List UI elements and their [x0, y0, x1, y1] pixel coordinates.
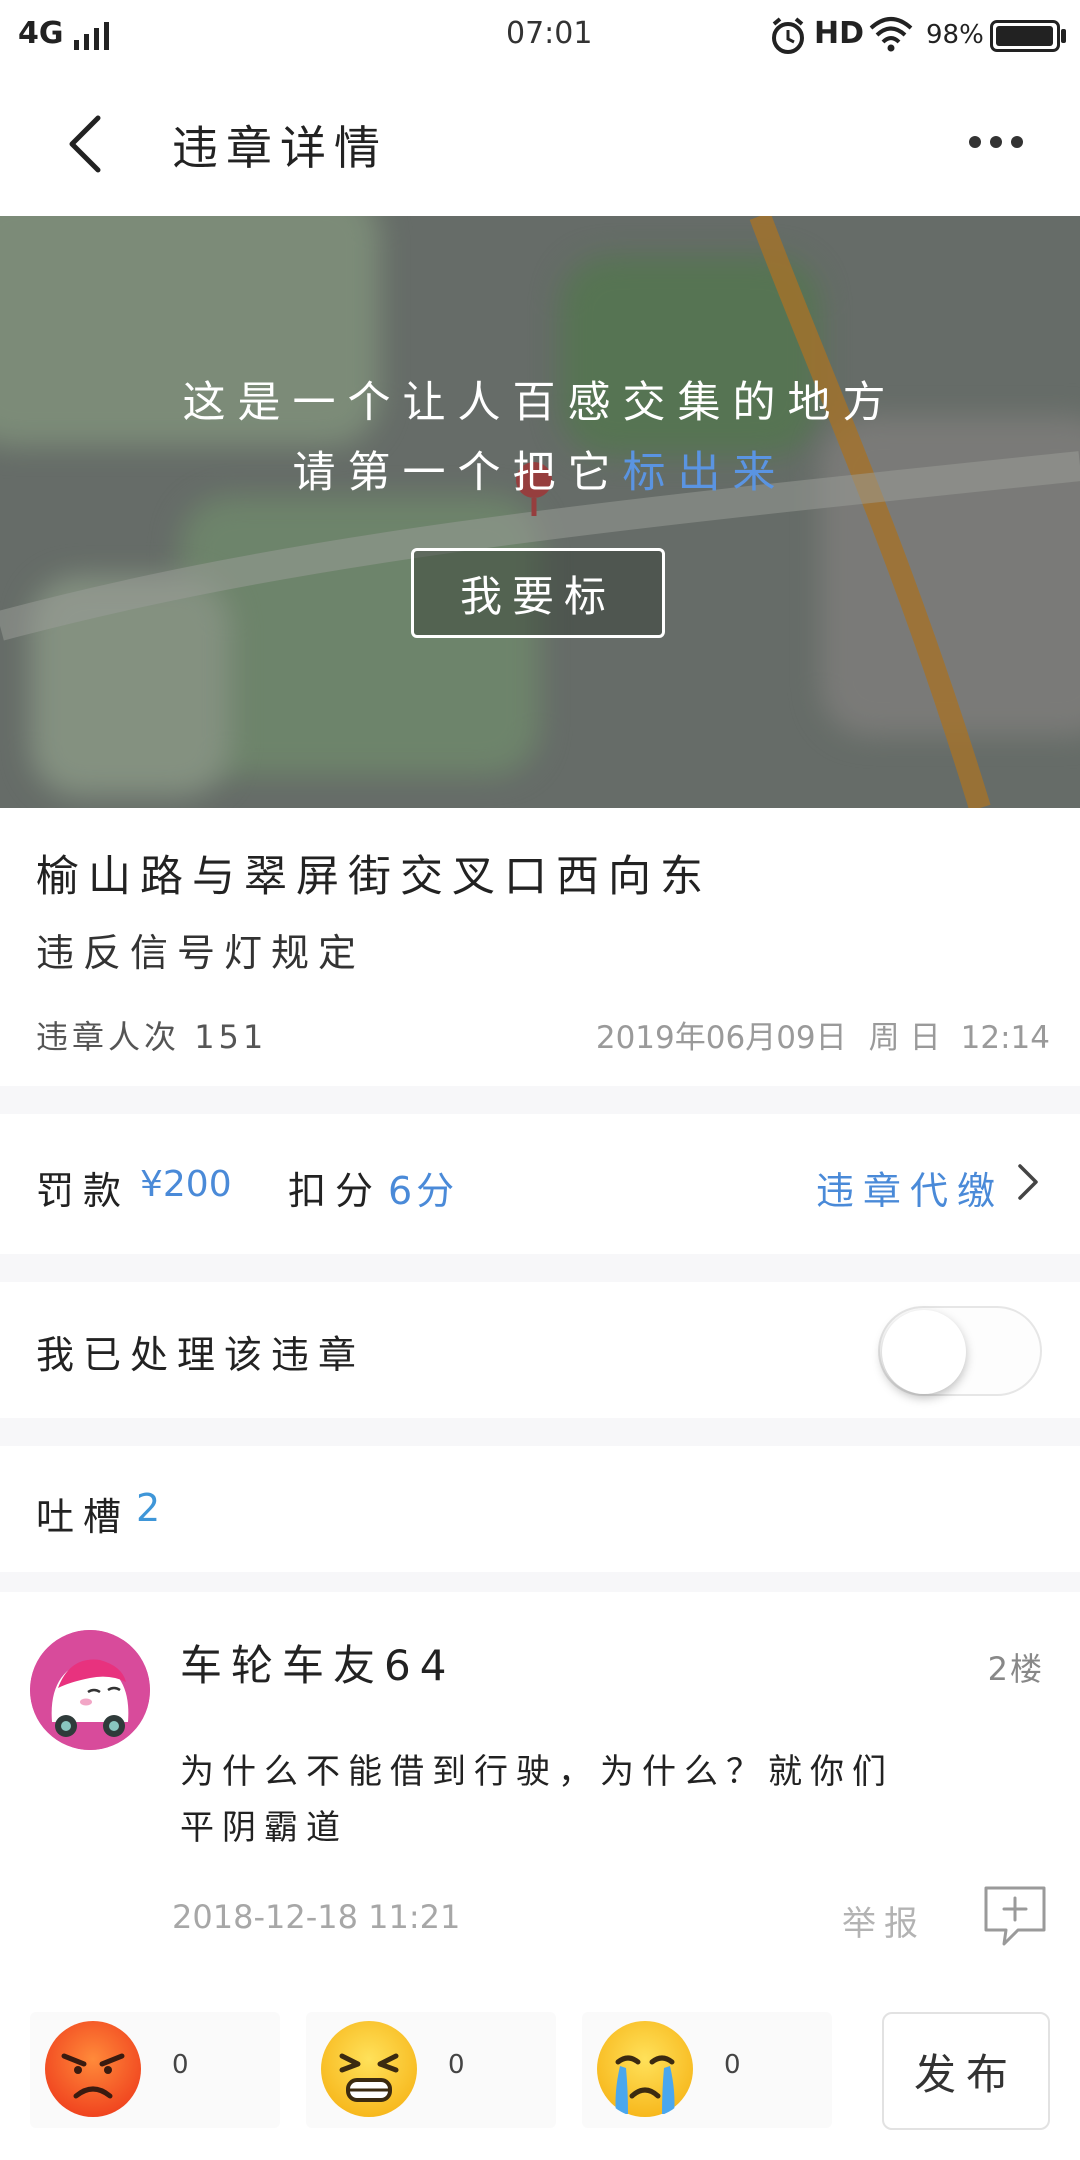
network-label: 4G	[18, 16, 64, 51]
comments-count: 2	[136, 1486, 161, 1530]
reaction-grimace[interactable]: 0	[306, 2012, 556, 2128]
grimace-face-icon	[321, 2021, 417, 2117]
top-nav-bar: 违章详情	[0, 72, 1080, 216]
map-banner: 这是一个让人百感交集的地方 请第一个把它标出来 我要标	[0, 216, 1080, 808]
violation-count-value: 151	[194, 1018, 268, 1056]
crying-face-icon	[597, 2021, 693, 2117]
status-bar: 4G 07:01 HD 98%	[0, 0, 1080, 72]
bottom-action-bar: 0 0 0 发布	[0, 2000, 1080, 2160]
hd-label: HD	[814, 16, 865, 51]
reaction-count: 0	[448, 2050, 465, 2080]
reaction-count: 0	[172, 2050, 189, 2080]
avatar[interactable]	[30, 1630, 150, 1750]
map-dim-overlay	[0, 216, 1080, 808]
comment-text-line2: 平阴霸道	[180, 1808, 348, 1848]
battery-percent: 98%	[926, 20, 984, 50]
mark-it-link[interactable]: 标出来	[623, 448, 788, 498]
wifi-icon	[869, 17, 913, 52]
angry-face-icon	[45, 2021, 141, 2117]
page-title: 违章详情	[172, 121, 388, 175]
violation-date: 2019年06月09日	[595, 1020, 847, 1056]
alarm-icon	[772, 17, 804, 54]
mark-location-button[interactable]: 我要标	[411, 548, 665, 638]
battery-tip	[1061, 29, 1066, 43]
reply-comment-icon[interactable]	[980, 1884, 1050, 1950]
violation-weekday: 周日	[868, 1020, 951, 1056]
comment-floor: 2楼	[987, 1650, 1044, 1688]
handled-row: 我已处理该违章	[0, 1282, 1080, 1418]
violation-count: 违章人次 151	[36, 1012, 267, 1058]
comment-text-line1: 为什么不能借到行驶，为什么？就你们	[180, 1752, 894, 1792]
comments-header: 吐槽 2	[0, 1446, 1080, 1572]
map-prompt-prefix: 请第一个把它	[292, 448, 623, 498]
avatar-car-icon	[30, 1630, 150, 1750]
handled-toggle[interactable]	[878, 1306, 1042, 1396]
pay-violation-link[interactable]: 违章代缴	[816, 1160, 1004, 1215]
comment-username[interactable]: 车轮车友64	[180, 1632, 455, 1693]
section-divider	[0, 1254, 1080, 1282]
reaction-crying[interactable]: 0	[582, 2012, 832, 2128]
section-divider	[0, 1086, 1080, 1114]
report-link[interactable]: 举报	[842, 1896, 926, 1945]
points-value: 6分	[388, 1169, 459, 1213]
violation-datetime: 2019年06月09日 周日 12:14	[586, 1012, 1050, 1057]
reaction-count: 0	[724, 2050, 741, 2080]
clock: 07:01	[506, 16, 593, 51]
comments-label: 吐槽	[36, 1495, 131, 1539]
more-options-icon[interactable]	[966, 130, 1026, 154]
violation-count-label: 违章人次	[36, 1018, 181, 1056]
chevron-right-icon[interactable]	[1008, 1162, 1048, 1202]
map-prompt-line2: 请第一个把它标出来	[0, 438, 1080, 500]
comment-date: 2018-12-18 11:21	[172, 1898, 461, 1936]
violation-type: 违反信号灯规定	[36, 931, 366, 975]
fine-label: 罚款	[36, 1169, 131, 1213]
fine-value: ¥200	[140, 1164, 232, 1205]
section-divider	[0, 1572, 1080, 1592]
back-arrow-icon[interactable]	[62, 112, 106, 176]
signal-icon	[74, 22, 109, 50]
penalty-row: 罚款 ¥200 扣分 6分 违章代缴	[0, 1114, 1080, 1254]
violation-time: 12:14	[960, 1020, 1050, 1056]
handled-label: 我已处理该违章	[36, 1333, 366, 1377]
reaction-angry[interactable]: 0	[30, 2012, 280, 2128]
publish-button[interactable]: 发布	[882, 2012, 1050, 2130]
violation-location: 榆山路与翠屏街交叉口西向东	[36, 852, 712, 902]
battery-icon	[990, 20, 1060, 52]
points-label: 扣分	[288, 1169, 383, 1213]
toggle-knob[interactable]	[882, 1310, 966, 1394]
section-divider	[0, 1418, 1080, 1446]
map-prompt-line1: 这是一个让人百感交集的地方	[182, 378, 898, 428]
